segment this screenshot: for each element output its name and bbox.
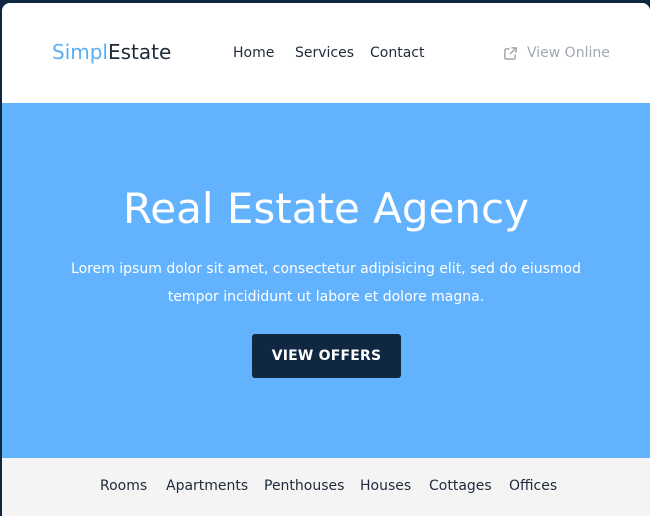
- email-card: SimplEstate Home Services Contact View O…: [2, 3, 650, 516]
- nav-home-link[interactable]: Home: [233, 43, 274, 63]
- logo-main-text: Estate: [108, 40, 172, 64]
- external-link-icon: [504, 47, 517, 60]
- category-nav: Rooms Apartments Penthouses Houses Cotta…: [2, 458, 650, 516]
- logo[interactable]: SimplEstate: [52, 39, 171, 65]
- hero-title: Real Estate Agency: [123, 184, 529, 233]
- view-online-label: View Online: [527, 45, 610, 61]
- view-offers-button[interactable]: VIEW OFFERS: [252, 334, 401, 378]
- category-rooms-link[interactable]: Rooms: [100, 476, 147, 496]
- category-houses-link[interactable]: Houses: [360, 476, 411, 496]
- nav-services-link[interactable]: Services: [295, 43, 354, 63]
- category-cottages-link[interactable]: Cottages: [429, 476, 492, 496]
- header: SimplEstate Home Services Contact View O…: [2, 3, 650, 103]
- category-penthouses-link[interactable]: Penthouses: [264, 476, 344, 496]
- hero-description: Lorem ipsum dolor sit amet, consectetur …: [71, 261, 581, 305]
- hero-section: Real Estate Agency Lorem ipsum dolor sit…: [2, 103, 650, 458]
- nav-contact-link[interactable]: Contact: [370, 43, 424, 63]
- logo-accent-text: Simpl: [52, 40, 108, 64]
- category-offices-link[interactable]: Offices: [509, 476, 557, 496]
- category-apartments-link[interactable]: Apartments: [166, 476, 248, 496]
